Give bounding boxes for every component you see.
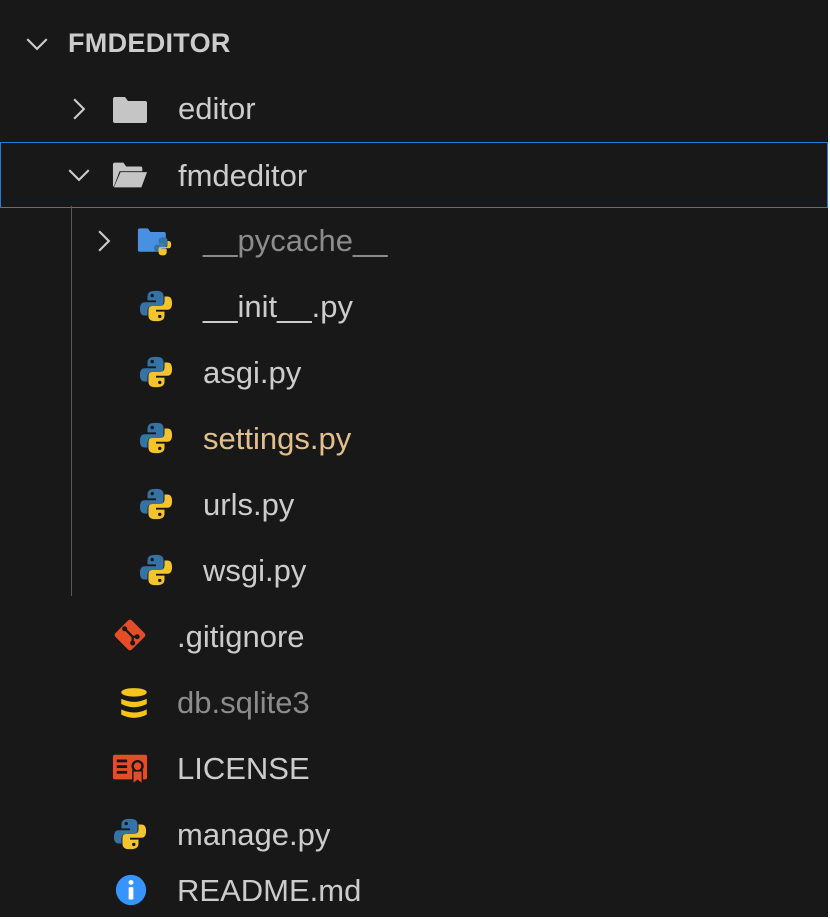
chevron-right-icon bbox=[98, 230, 111, 252]
git-icon bbox=[114, 619, 146, 651]
python-file-icon bbox=[139, 356, 173, 388]
tree-item-readme-md[interactable]: README.md bbox=[0, 858, 828, 919]
chevron-down-icon bbox=[26, 38, 48, 51]
tree-item-label: wsgi.py bbox=[203, 553, 307, 588]
license-icon bbox=[112, 754, 148, 786]
python-file-icon bbox=[139, 554, 173, 586]
tree-item-label: __init__.py bbox=[203, 289, 353, 324]
tree-item-label: fmdeditor bbox=[178, 158, 308, 193]
info-icon bbox=[115, 874, 147, 906]
python-file-icon bbox=[113, 818, 147, 850]
explorer-section-title: FMDEDITOR bbox=[68, 28, 231, 58]
tree-item-label: .gitignore bbox=[177, 619, 305, 654]
tree-item-asgi-py[interactable]: asgi.py bbox=[0, 340, 828, 406]
database-icon bbox=[121, 688, 147, 718]
python-file-icon bbox=[139, 488, 173, 520]
tree-item-urls-py[interactable]: urls.py bbox=[0, 472, 828, 538]
tree-item-label: __pycache__ bbox=[203, 223, 388, 258]
explorer-section-header[interactable]: FMDEDITOR bbox=[0, 10, 828, 76]
tree-item-label: editor bbox=[178, 91, 256, 126]
tree-item-label: db.sqlite3 bbox=[177, 685, 310, 720]
tree-item-gitignore[interactable]: .gitignore bbox=[0, 604, 828, 670]
python-file-icon bbox=[139, 422, 173, 454]
tree-item-label: urls.py bbox=[203, 487, 295, 522]
python-folder-icon bbox=[137, 228, 172, 256]
tree-item-fmdeditor-folder[interactable]: fmdeditor bbox=[0, 142, 828, 208]
folder-open-icon bbox=[112, 162, 148, 188]
file-explorer: FMDEDITOR editor fmdeditor __pycache__ _… bbox=[0, 0, 830, 919]
tree-item-label: settings.py bbox=[203, 421, 352, 456]
chevron-right-icon bbox=[73, 98, 86, 120]
tree-item-settings-py[interactable]: settings.py bbox=[0, 406, 828, 472]
tree-item-init-py[interactable]: __init__.py bbox=[0, 274, 828, 340]
tree-item-license[interactable]: LICENSE bbox=[0, 736, 828, 802]
tree-item-label: README.md bbox=[177, 873, 362, 908]
tree-item-label: asgi.py bbox=[203, 355, 302, 390]
chevron-down-icon bbox=[68, 169, 90, 182]
tree-item-editor-folder[interactable]: editor bbox=[0, 76, 828, 142]
tree-item-db-sqlite3[interactable]: db.sqlite3 bbox=[0, 670, 828, 736]
tree-item-wsgi-py[interactable]: wsgi.py bbox=[0, 538, 828, 604]
tree-item-label: LICENSE bbox=[177, 751, 310, 786]
tree-item-pycache-folder[interactable]: __pycache__ bbox=[0, 208, 828, 274]
folder-icon bbox=[113, 97, 147, 123]
python-file-icon bbox=[139, 290, 173, 322]
